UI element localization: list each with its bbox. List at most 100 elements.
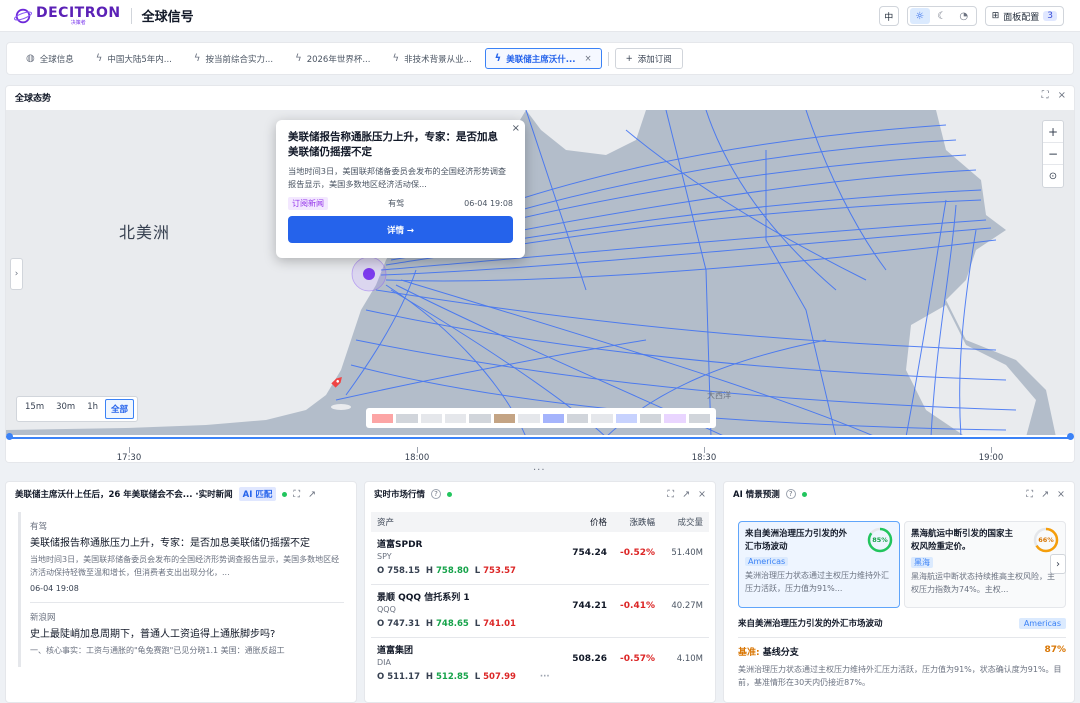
timeline-label: 19:00	[978, 453, 1004, 463]
page-title: 全球信号	[141, 10, 194, 25]
logo: DECITRON 决策者	[14, 6, 121, 26]
scenario-desc: 美洲治理压力状态通过主权压力维持外汇压力活跃，压力值为91%，状态确认度为91%…	[738, 665, 1062, 687]
locate-button[interactable]: ⊙	[1043, 165, 1063, 187]
tab-world-cup-2026[interactable]: ϟ 2026年世界杯...	[286, 48, 379, 69]
col-price: 价格	[589, 518, 607, 528]
timeline-start-handle[interactable]	[6, 433, 13, 440]
ai-scenario-panel: AI 情景预测 ? ⛶ ↗ × 来自美洲治理压力引发的外汇市场波动 Americas…	[723, 481, 1075, 703]
market-table: 资产 价格 涨跌幅 成交量 道富SPDR SPY O 758.15 H 758.…	[371, 512, 709, 691]
theme-switcher: ☼ ☾ ◔	[906, 6, 977, 26]
ai-match-tag: AI 匹配	[238, 487, 277, 501]
zoom-in-button[interactable]: +	[1043, 121, 1063, 143]
market-quotes-panel: 实时市场行情 ? ⛶ ↗ × 资产 价格 涨跌幅 成交量 道富SPDR SPY O …	[364, 481, 716, 703]
news-list: 有驾 美联储报告称通胀压力上升，专家：是否加息美联储仍摇摆不定 当地时间3日，美…	[18, 512, 344, 667]
tab-fed-chair[interactable]: ϟ 美联储主席沃什... ×	[484, 48, 602, 69]
detail-title: 来自美洲治理压力引发的外汇市场波动	[738, 619, 883, 629]
auto-theme-icon[interactable]: ◔	[954, 8, 974, 24]
popup-summary: 当地时间3日，美国联邦储备委员会发布的全国经济形势调查报告显示，美国多数地区经济…	[288, 166, 507, 189]
range-30m[interactable]: 30m	[51, 399, 80, 419]
col-asset: 资产	[377, 518, 395, 528]
event-popup: × 美联储报告称通胀压力上升，专家：是否加息美联储仍摇摆不定 当地时间3日，美国…	[276, 120, 525, 258]
fullscreen-icon[interactable]: ⛶	[1026, 489, 1033, 500]
zoom-controls: + − ⊙	[1042, 120, 1064, 188]
region-label-atlantic: 大西洋	[707, 391, 731, 400]
popup-tag: 订阅新闻	[288, 197, 328, 210]
panel-title: 实时市场行情	[374, 490, 426, 500]
map-canvas	[6, 110, 1074, 437]
realtime-news-panel: 美联储主席沃什上任后，26 年美联储会不会... ·实时新闻 AI 匹配 ⛶ ↗ …	[5, 481, 357, 703]
global-situation-panel: 全球态势 ⛶ × 北美洲 大西洋 + − ⊙ › 15m 30m 1h 全部 ×…	[5, 85, 1075, 463]
timeline-end-handle[interactable]	[1067, 433, 1074, 440]
range-15m[interactable]: 15m	[20, 399, 49, 419]
panel-config-label: 面板配置	[1003, 12, 1040, 23]
sidebar-expand-button[interactable]: ›	[10, 258, 23, 290]
more-icon[interactable]: ···	[540, 672, 550, 682]
map-legend	[366, 408, 716, 428]
external-link-icon[interactable]: ↗	[1041, 489, 1049, 500]
time-range-selector: 15m 30m 1h 全部	[16, 396, 139, 422]
close-icon[interactable]: ×	[512, 123, 520, 134]
region-label-north-america: 北美洲	[119, 223, 171, 242]
panel-config-button[interactable]: ⊞ 面板配置 3	[984, 6, 1064, 26]
panel-title: AI 情景预测	[733, 490, 780, 500]
help-icon[interactable]: ?	[785, 489, 796, 499]
col-volume: 成交量	[677, 518, 703, 528]
bolt-icon: ϟ	[295, 53, 302, 64]
external-link-icon[interactable]: ↗	[682, 489, 690, 500]
panel-count-badge: 3	[1043, 11, 1057, 21]
news-item[interactable]: 新浪网 史上最陡峭加息周期下，普通人工资追得上通胀脚步吗? 一、核心事实：工资与…	[30, 603, 344, 667]
popup-source: 有驾	[388, 199, 405, 208]
external-link-icon[interactable]: ↗	[308, 489, 316, 500]
fullscreen-icon[interactable]: ⛶	[1042, 90, 1049, 101]
bolt-icon: ϟ	[95, 53, 103, 64]
tab-global-info[interactable]: ◍ 全球信息	[17, 48, 83, 69]
bolt-icon: ϟ	[392, 53, 400, 64]
timeline-label: 18:00	[404, 453, 430, 463]
scenario-cards: 来自美洲治理压力引发的外汇市场波动 Americas 美洲治理压力状态通过主权压…	[738, 521, 1066, 608]
close-icon[interactable]: ×	[1058, 90, 1066, 101]
plus-icon: +	[625, 53, 633, 64]
scenario-card[interactable]: 来自美洲治理压力引发的外汇市场波动 Americas 美洲治理压力状态通过主权压…	[738, 521, 900, 608]
sun-icon[interactable]: ☼	[909, 8, 930, 24]
popup-details-button[interactable]: 详情 →	[288, 216, 513, 243]
add-subscription-button[interactable]: + 添加订阅	[614, 48, 683, 69]
timeline-slider[interactable]: 17:30 18:00 18:30 19:00	[6, 433, 1074, 463]
range-1h[interactable]: 1h	[82, 399, 103, 419]
bolt-icon: ϟ	[494, 53, 502, 64]
news-item[interactable]: 有驾 美联储报告称通胀压力上升，专家：是否加息美联储仍摇摆不定 当地时间3日，美…	[30, 512, 344, 603]
close-icon[interactable]: ×	[698, 489, 706, 500]
grid-icon: ⊞	[991, 11, 1000, 21]
moon-icon[interactable]: ☾	[932, 8, 952, 24]
zoom-out-button[interactable]: −	[1043, 143, 1063, 165]
live-status-dot	[801, 491, 807, 497]
detail-region: Americas	[1018, 617, 1066, 629]
table-row[interactable]: 道富集团 DIA O 511.17 H 512.85 L 507.99 ··· 5…	[371, 638, 709, 691]
panel-title: 全球态势	[15, 93, 52, 104]
tab-china-5yr[interactable]: ϟ 中国大陆5年内...	[87, 48, 181, 69]
popup-title: 美联储报告称通胀压力上升，专家：是否加息美联储仍摇摆不定	[288, 131, 498, 158]
tab-non-tech[interactable]: ϟ 非技术背景从业...	[383, 48, 480, 69]
help-icon[interactable]: ?	[431, 489, 442, 499]
close-icon[interactable]: ×	[1057, 489, 1065, 500]
language-toggle-button[interactable]: 中	[878, 6, 899, 26]
table-row[interactable]: 道富SPDR SPY O 758.15 H 758.80 L 753.57 75…	[371, 532, 709, 585]
tab-overall-strength[interactable]: ϟ 按当前综合实力...	[185, 48, 282, 69]
scenario-prefix: 基准:	[738, 648, 760, 658]
fullscreen-icon[interactable]: ⛶	[293, 489, 300, 500]
scenario-card[interactable]: 黑海航运中断引发的国家主权风险重定价。 黑海 黑海航运中断状态持续推高主权风险，…	[904, 521, 1066, 608]
close-icon[interactable]: ×	[584, 54, 591, 64]
panel-title: 美联储主席沃什上任后，26 年美联储会不会... ·实时新闻	[15, 490, 233, 500]
range-all[interactable]: 全部	[105, 399, 135, 419]
probability-value: 66%	[1038, 536, 1054, 544]
app-header: DECITRON 决策者 全球信号 中 ☼ ☾ ◔ ⊞ 面板配置 3	[0, 0, 1080, 32]
table-row[interactable]: 景顺 QQQ 信托系列 1 QQQ O 747.31 H 748.65 L 74…	[371, 585, 709, 638]
resize-handle[interactable]: ···	[533, 465, 546, 476]
globe-icon: ◍	[26, 53, 35, 64]
fullscreen-icon[interactable]: ⛶	[667, 489, 674, 500]
col-change: 涨跌幅	[629, 518, 655, 528]
scenario-detail: 来自美洲治理压力引发的外汇市场波动 Americas 基准: 基线分支 87% …	[738, 617, 1066, 689]
scenario-name: 基线分支	[762, 648, 799, 658]
world-map[interactable]: 北美洲 大西洋 + − ⊙ › 15m 30m 1h 全部 × 美联储报告称通胀…	[6, 110, 1074, 437]
scenario-pct: 87%	[1044, 645, 1066, 655]
next-card-button[interactable]: ›	[1050, 554, 1066, 574]
